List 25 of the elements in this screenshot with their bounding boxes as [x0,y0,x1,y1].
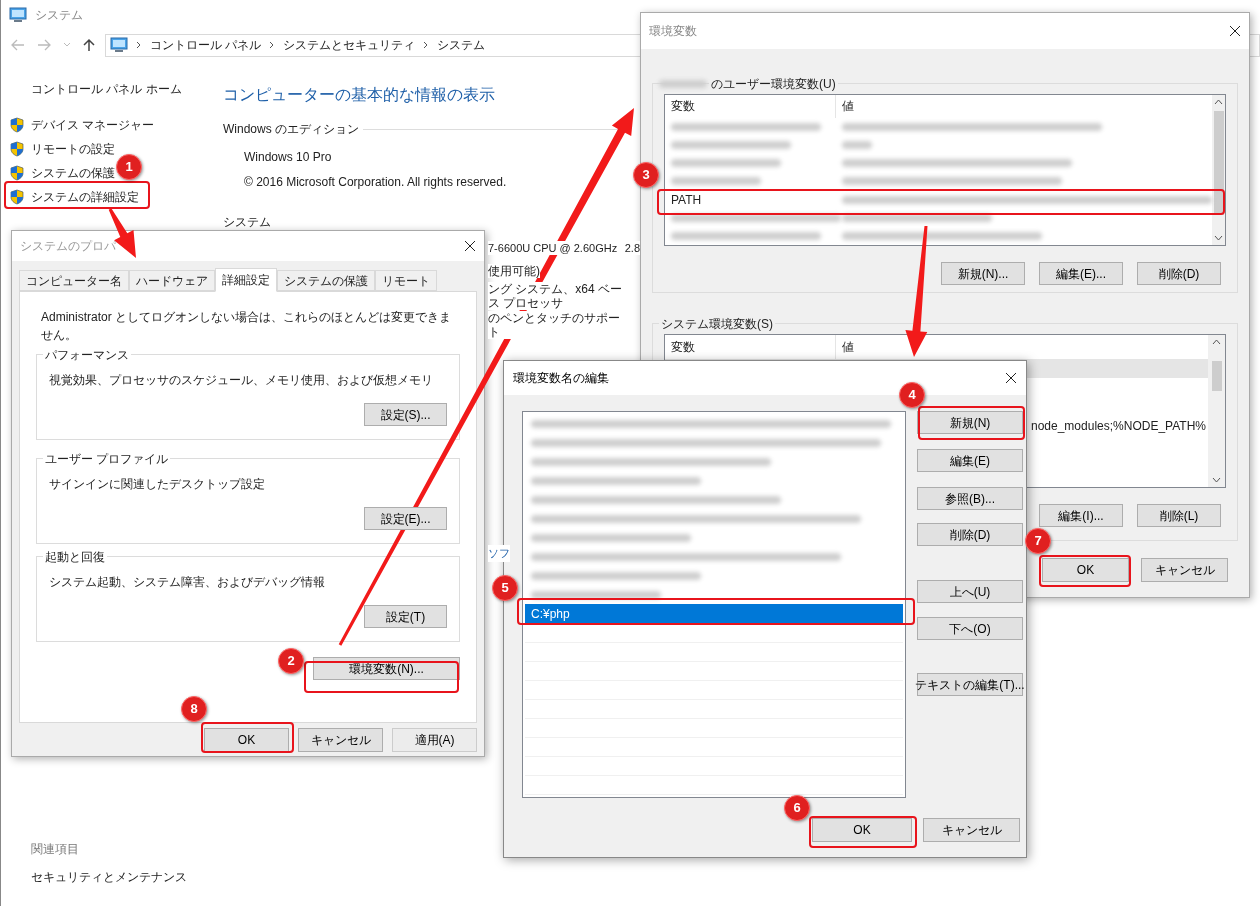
copyright-text: © 2016 Microsoft Corporation. All rights reserved. [244,174,507,191]
group-title: システム環境変数(S) [659,315,775,333]
window-title: システム [35,7,83,24]
group-title: のユーザー環境変数(U) [709,75,838,93]
info-text: 使用可能) [488,264,540,278]
section-heading: システム [223,214,271,231]
step-badge: 1 [116,154,142,180]
edition-text: Windows 10 Pro [244,149,332,166]
section-heading: Windows のエディション [223,121,359,138]
page-heading: コンピューターの基本的な情報の表示 [223,85,495,105]
notice-text: Administrator としてログオンしない場合は、これらのほとんどは変更できません。 [40,309,453,344]
group-description: サインインに関連したデスクトップ設定 [49,476,266,493]
dialog-title: システムのプロパ [20,238,116,255]
info-text: 7-6600U CPU @ 2.60GHz [488,241,618,255]
step-badge: 3 [633,162,659,188]
group-title: ユーザー プロファイル [43,450,171,468]
group-description: 視覚効果、プロセッサのスケジュール、メモリ使用、および仮想メモリ [49,372,434,389]
related-heading: 関連項目 [31,841,80,858]
info-text: 2.8 [624,241,640,255]
dialog-title: 環境変数名の編集 [513,370,609,387]
group-title: 起動と回復 [43,548,107,566]
group-description: システム起動、システム障害、およびデバッグ情報 [49,574,326,591]
dialog-title: 環境変数 [649,23,697,40]
variable-value: node_modules;%NODE_PATH% [1031,417,1206,435]
step-badge: 5 [492,575,518,601]
